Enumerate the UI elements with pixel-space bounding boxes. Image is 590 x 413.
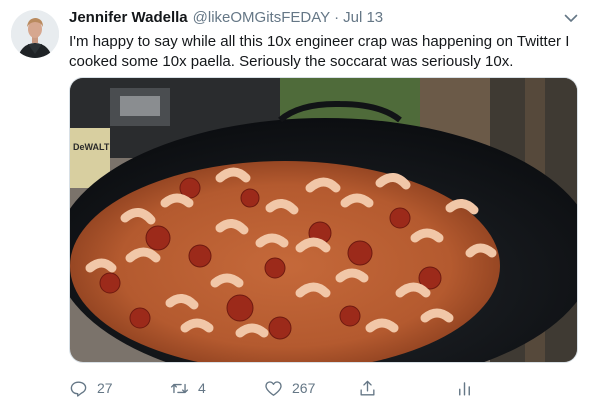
author-name[interactable]: Jennifer Wadella — [69, 9, 188, 26]
retweet-count: 4 — [198, 380, 206, 396]
tweet-card[interactable]: Jennifer Wadella @likeOMGitsFEDAY · Jul … — [0, 0, 590, 413]
tweet-text: I'm happy to say while all this 10x engi… — [69, 33, 570, 70]
author-handle[interactable]: @likeOMGitsFEDAY — [193, 9, 330, 26]
tweet-header: Jennifer Wadella @likeOMGitsFEDAY · Jul … — [69, 9, 383, 29]
retweet-icon — [170, 383, 189, 393]
paella-photo: DeWALT — [70, 78, 577, 362]
separator-dot: · — [334, 9, 340, 26]
chevron-down-icon[interactable] — [563, 10, 579, 26]
reply-count: 27 — [97, 380, 113, 396]
share-button[interactable] — [358, 375, 377, 401]
like-button[interactable]: 267 — [264, 375, 315, 401]
media-brand-text: DeWALT — [73, 142, 110, 152]
analytics-button[interactable] — [455, 375, 474, 401]
avatar[interactable] — [11, 10, 59, 58]
retweet-button[interactable]: 4 — [170, 375, 206, 401]
tweet-actions: 27 4 267 — [69, 375, 579, 401]
tweet-media-photo[interactable]: DeWALT — [69, 77, 578, 363]
analytics-icon — [459, 381, 470, 396]
avatar-photo — [11, 10, 59, 58]
like-count: 267 — [292, 380, 316, 396]
tweet-date[interactable]: Jul 13 — [343, 9, 383, 26]
reply-button[interactable]: 27 — [69, 375, 113, 401]
reply-icon — [70, 380, 87, 397]
heart-icon — [265, 380, 282, 396]
share-icon — [360, 380, 375, 396]
